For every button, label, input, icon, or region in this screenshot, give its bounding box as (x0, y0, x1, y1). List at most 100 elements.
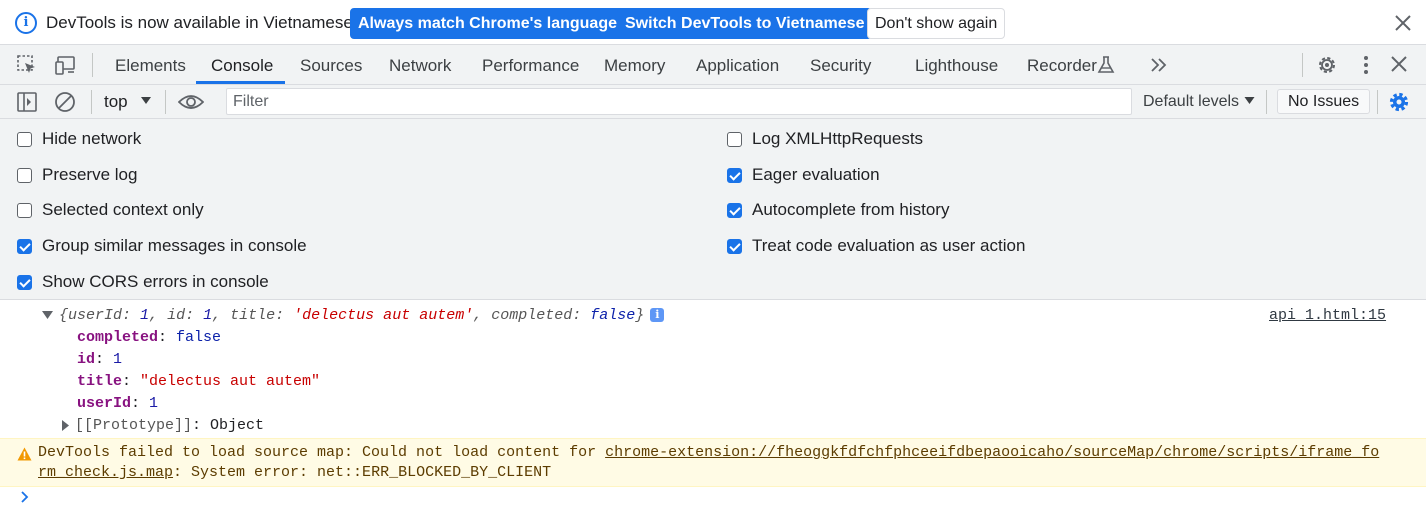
checkbox[interactable] (17, 167, 32, 183)
close-icon[interactable] (1393, 13, 1413, 33)
tab-performance[interactable]: Performance (482, 56, 579, 76)
setting-selected-context-only[interactable]: Selected context only (17, 199, 204, 221)
dropdown-caret-icon[interactable] (1244, 96, 1255, 106)
source-map-link[interactable]: chrome-extension://fheoggkfdfchfphceeifd… (605, 444, 1379, 461)
property-value: 1 (149, 395, 159, 412)
live-expression-eye-icon[interactable] (178, 91, 204, 113)
setting-autocomplete-history[interactable]: Autocomplete from history (727, 199, 949, 221)
warning-text: DevTools failed to load source map: Coul… (38, 444, 606, 461)
dropdown-caret-icon[interactable] (140, 96, 152, 106)
switch-to-vietnamese-button[interactable]: Switch DevTools to Vietnamese (617, 8, 873, 39)
active-tab-indicator (196, 81, 285, 84)
setting-preserve-log[interactable]: Preserve log (17, 164, 137, 186)
issues-counter-button[interactable]: No Issues (1277, 89, 1371, 114)
source-map-link[interactable]: rm_check.js.map (38, 464, 173, 481)
summary-key: userId (68, 307, 123, 324)
info-icon: i (15, 12, 37, 34)
devtools-tabbar: Elements Console Sources Network Perform… (0, 45, 1426, 85)
tab-lighthouse[interactable]: Lighthouse (915, 56, 998, 76)
prototype-value: Object (210, 417, 265, 434)
flask-icon (1097, 55, 1119, 77)
setting-treat-eval-as-user-action[interactable]: Treat code evaluation as user action (727, 235, 1025, 257)
dont-show-again-button[interactable]: Don't show again (867, 8, 1006, 39)
property-key: completed (77, 329, 159, 346)
property-value: "delectus aut autem" (140, 373, 321, 390)
always-match-language-button[interactable]: Always match Chrome's language (350, 8, 625, 39)
warning-message: DevTools failed to load source map: Coul… (0, 438, 1426, 487)
settings-gear-icon[interactable] (1316, 54, 1338, 76)
brace: { (59, 307, 69, 324)
setting-label: Treat code evaluation as user action (752, 236, 1026, 255)
warning-icon (17, 447, 32, 461)
console-prompt-chevron-icon[interactable] (19, 490, 31, 504)
tab-network[interactable]: Network (389, 56, 451, 76)
object-property: id: 1 (77, 351, 123, 368)
checkbox-checked[interactable] (727, 238, 742, 254)
checkbox[interactable] (727, 131, 742, 147)
console-settings-gear-icon[interactable] (1388, 91, 1410, 113)
close-devtools-icon[interactable] (1389, 54, 1411, 76)
sidebar-toggle-icon[interactable] (16, 91, 38, 113)
language-infobar: i DevTools is now available in Vietnames… (0, 0, 1426, 45)
filter-input[interactable]: Filter (226, 88, 1132, 115)
expand-triangle-icon[interactable] (42, 310, 53, 320)
warning-line-2: rm_check.js.map: System error: net::ERR_… (38, 464, 551, 481)
setting-label: Autocomplete from history (752, 200, 950, 219)
object-property: completed: false (77, 329, 222, 346)
setting-label: Selected context only (42, 200, 204, 219)
tab-recorder[interactable]: Recorder (1027, 56, 1097, 76)
tab-security[interactable]: Security (810, 56, 871, 76)
checkbox-checked[interactable] (17, 238, 32, 254)
checkbox-checked[interactable] (727, 202, 742, 218)
summary-value: false (590, 307, 636, 324)
tab-memory[interactable]: Memory (604, 56, 665, 76)
setting-group-similar[interactable]: Group similar messages in console (17, 235, 307, 257)
property-key: id (77, 351, 96, 368)
device-toolbar-icon[interactable] (54, 54, 76, 76)
toolbar-divider (91, 90, 92, 114)
tab-application[interactable]: Application (696, 56, 779, 76)
checkbox[interactable] (17, 131, 32, 147)
setting-log-xmlhttprequests[interactable]: Log XMLHttpRequests (727, 128, 923, 150)
toolbar-divider (1266, 90, 1267, 114)
setting-label: Hide network (42, 129, 142, 148)
log-object-summary[interactable]: {userId: 1, id: 1, title: 'delectus aut … (42, 307, 665, 324)
object-property: userId: 1 (77, 395, 159, 412)
toolbar-divider (92, 53, 93, 77)
tab-elements[interactable]: Elements (115, 56, 186, 76)
toolbar-divider (1377, 90, 1378, 114)
context-selector[interactable]: top (104, 92, 128, 112)
prototype-row[interactable]: [[Prototype]]: Object (62, 417, 264, 434)
checkbox[interactable] (17, 202, 32, 218)
info-badge-icon[interactable]: i (650, 308, 665, 323)
checkbox-checked[interactable] (727, 167, 742, 183)
setting-show-cors-errors[interactable]: Show CORS errors in console (17, 271, 269, 293)
log-levels-dropdown[interactable]: Default levels (1143, 93, 1239, 111)
setting-label: Group similar messages in console (42, 236, 307, 255)
collapsed-triangle-icon[interactable] (62, 419, 70, 431)
property-value: false (176, 329, 222, 346)
more-tabs-chevron-icon[interactable] (1148, 54, 1170, 76)
setting-label: Preserve log (42, 165, 138, 184)
more-options-kebab-icon[interactable] (1355, 54, 1377, 76)
source-location-link[interactable]: api_1.html:15 (1269, 307, 1386, 324)
setting-label: Log XMLHttpRequests (752, 129, 924, 148)
summary-value: 'delectus aut autem' (293, 307, 474, 324)
setting-eager-evaluation[interactable]: Eager evaluation (727, 164, 880, 186)
clear-console-icon[interactable] (54, 91, 76, 113)
console-toolbar: top Filter Default levels No Issues (0, 85, 1426, 119)
property-value: 1 (113, 351, 123, 368)
summary-value: 1 (140, 307, 150, 324)
console-output: {userId: 1, id: 1, title: 'delectus aut … (0, 300, 1426, 518)
tab-sources[interactable]: Sources (300, 56, 362, 76)
setting-label: Show CORS errors in console (42, 272, 269, 291)
inspect-element-icon[interactable] (16, 54, 38, 76)
warning-text: : System error: net::ERR_BLOCKED_BY_CLIE… (173, 464, 552, 481)
setting-label: Eager evaluation (752, 165, 880, 184)
prototype-key: [[Prototype]] (75, 417, 193, 434)
summary-key: completed (491, 307, 573, 324)
setting-hide-network[interactable]: Hide network (17, 128, 141, 150)
checkbox-checked[interactable] (17, 274, 32, 290)
object-property: title: "delectus aut autem" (77, 373, 321, 390)
tab-console[interactable]: Console (211, 56, 273, 76)
